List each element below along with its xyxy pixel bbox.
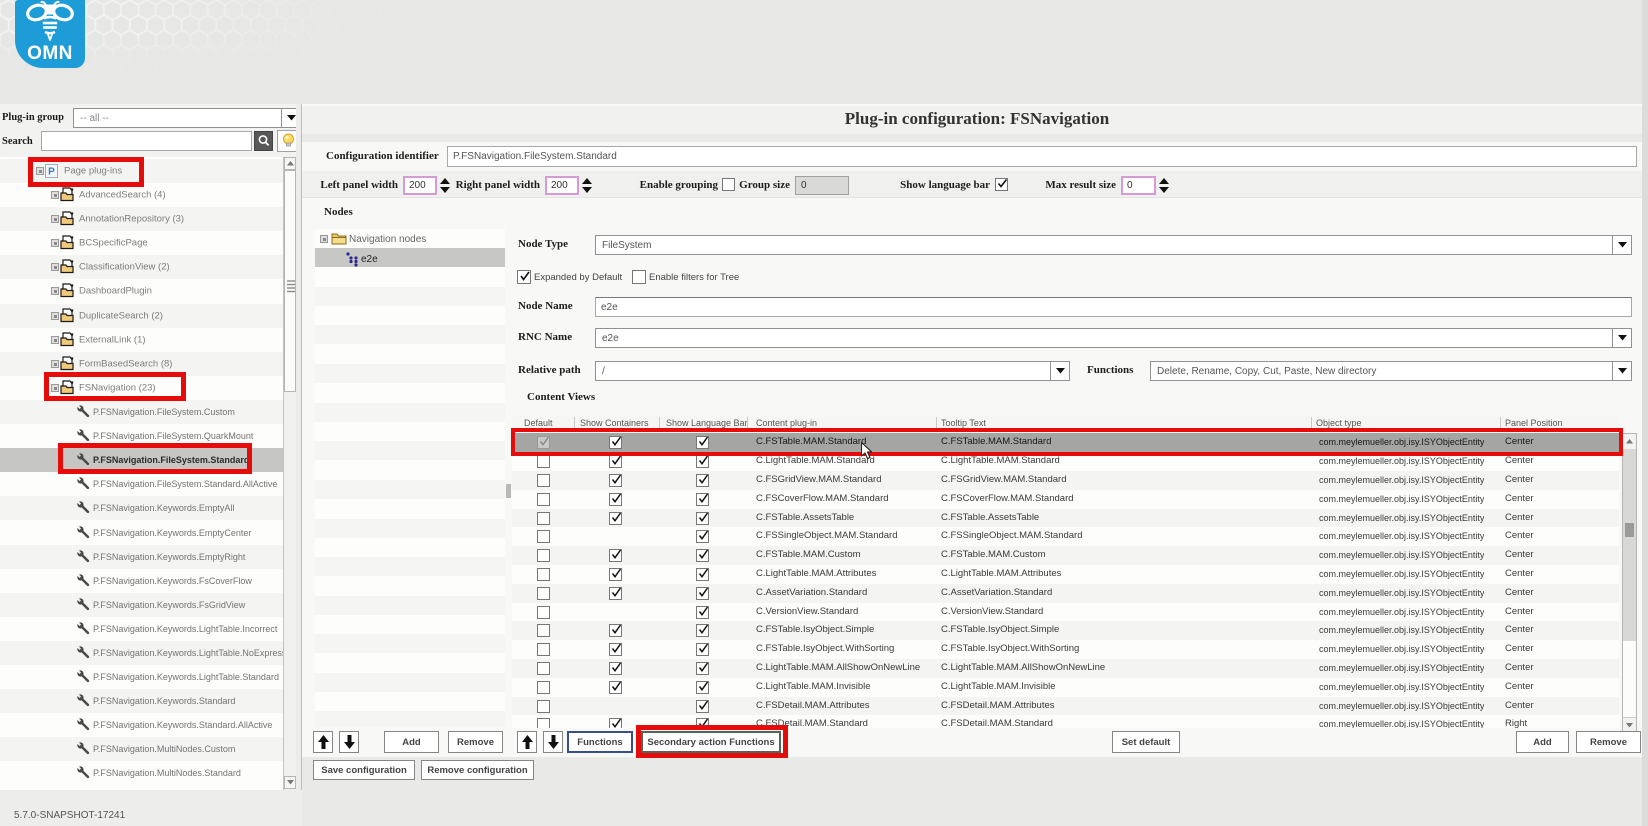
svg-text:OMN: OMN <box>27 43 73 64</box>
